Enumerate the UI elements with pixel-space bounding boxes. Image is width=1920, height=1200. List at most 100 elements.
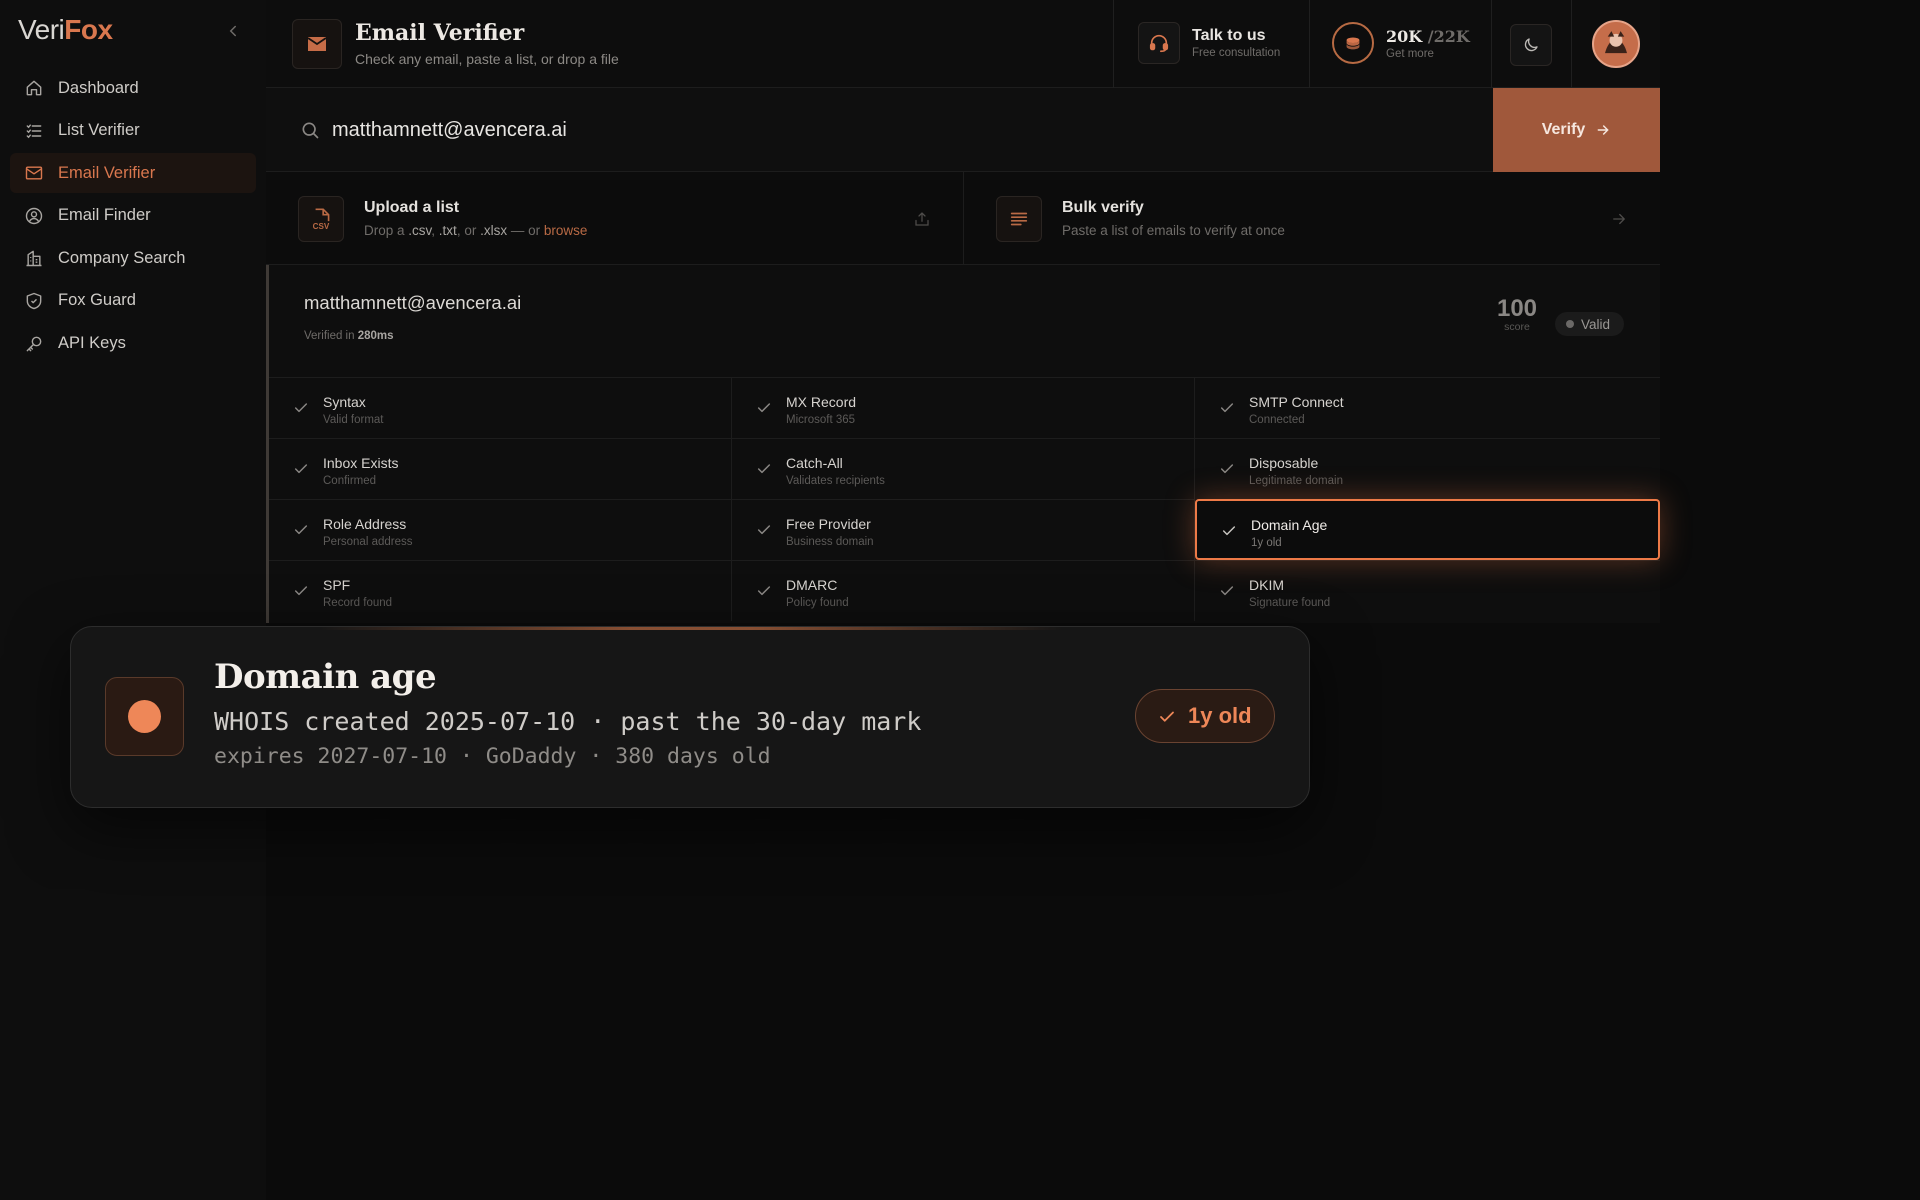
page-subtitle: Check any email, paste a list, or drop a… xyxy=(355,51,619,67)
check-title: SPF xyxy=(323,577,351,593)
check-icon xyxy=(1219,461,1235,477)
check-detail: Business domain xyxy=(786,536,874,548)
shield-icon xyxy=(24,291,44,311)
check-item-mx-record[interactable]: MX Record Microsoft 365 xyxy=(732,377,1195,438)
check-icon xyxy=(1219,583,1235,599)
check-item-catch-all[interactable]: Catch-All Validates recipients xyxy=(732,438,1195,499)
check-icon xyxy=(293,400,309,416)
arrow-right-icon xyxy=(1595,122,1611,138)
popover-line-whois: WHOIS created 2025-07-10 · past the 30-d… xyxy=(214,707,922,736)
sidebar-item-api-keys[interactable]: API Keys xyxy=(10,324,256,364)
check-item-smtp-connect[interactable]: SMTP Connect Connected xyxy=(1195,377,1660,438)
sidebar: Veri Fox Dashboard List Verifier Email Ve… xyxy=(0,0,266,1200)
check-detail: Connected xyxy=(1249,414,1305,426)
check-icon xyxy=(293,522,309,538)
collapse-sidebar-icon[interactable] xyxy=(224,22,242,40)
sidebar-item-label: Company Search xyxy=(58,248,186,267)
check-detail: Microsoft 365 xyxy=(786,414,856,426)
csv-icon-label: CSV xyxy=(313,222,330,231)
check-title: Role Address xyxy=(323,516,407,532)
sidebar-item-email-verifier[interactable]: Email Verifier xyxy=(10,153,256,194)
popover-title: Domain age xyxy=(214,657,437,697)
status-badge: Valid xyxy=(1555,312,1625,336)
sidebar-nav: Dashboard List Verifier Email Verifier E… xyxy=(10,68,256,366)
checks-grid: Syntax Valid format MX Record Microsoft 365… xyxy=(269,377,1660,621)
popover-badge: 1y old xyxy=(1135,689,1275,743)
check-detail: Confirmed xyxy=(323,475,377,487)
check-title: DMARC xyxy=(786,577,838,593)
check-icon xyxy=(756,583,772,599)
check-detail: Validates recipients xyxy=(786,475,885,487)
email-verifier-mail-icon xyxy=(292,19,342,69)
upload-desc-prefix: Drop a xyxy=(364,223,409,238)
check-item-dkim[interactable]: DKIM Signature found xyxy=(1195,560,1660,621)
check-item-role-address[interactable]: Role Address Personal address xyxy=(269,499,732,560)
check-title: DKIM xyxy=(1249,577,1284,593)
upload-list-card[interactable]: CSV Upload a list Drop a .csv, .txt, or … xyxy=(266,172,963,265)
check-title: Catch-All xyxy=(786,455,843,471)
check-item-inbox-exists[interactable]: Inbox Exists Confirmed xyxy=(269,438,732,499)
check-detail: Legitimate domain xyxy=(1249,475,1343,487)
duration-value: 280ms xyxy=(357,330,394,342)
check-detail: Record found xyxy=(323,597,393,609)
check-title: Inbox Exists xyxy=(323,455,399,471)
bulk-verify-card[interactable]: Bulk verify Paste a list of emails to ve… xyxy=(963,172,1660,265)
verify-button[interactable]: Verify xyxy=(1493,88,1660,172)
upload-list-title: Upload a list xyxy=(364,199,460,216)
upload-icon xyxy=(913,210,931,228)
check-detail: 1y old xyxy=(1251,537,1282,549)
browse-link[interactable]: browse xyxy=(544,223,588,238)
check-detail: Signature found xyxy=(1249,597,1331,609)
score-display: 100 score xyxy=(1494,295,1540,333)
verification-result: matthamnett@avencera.ai Verified in 280m… xyxy=(266,265,1660,623)
check-item-domain-age[interactable]: Domain Age 1y old xyxy=(1195,499,1660,560)
sidebar-item-list-verifier[interactable]: List Verifier xyxy=(10,111,256,151)
check-item-dmarc[interactable]: DMARC Policy found xyxy=(732,560,1195,621)
ext-csv: .csv xyxy=(408,223,432,238)
upload-desc-sep: , xyxy=(431,223,439,238)
upload-desc-mid: — or xyxy=(507,223,544,238)
bulk-verify-title: Bulk verify xyxy=(1062,199,1144,216)
sidebar-item-dashboard[interactable]: Dashboard xyxy=(10,68,256,108)
header-divider xyxy=(1113,0,1114,88)
credits-widget[interactable]: 20K /22K Get more xyxy=(1332,22,1470,64)
check-item-disposable[interactable]: Disposable Legitimate domain xyxy=(1195,438,1660,499)
sidebar-item-label: Email Verifier xyxy=(58,163,156,182)
talk-to-us-label: Talk to us xyxy=(1192,27,1266,44)
sidebar-item-company-search[interactable]: Company Search xyxy=(10,238,256,278)
building-icon xyxy=(24,248,44,268)
check-icon xyxy=(756,461,772,477)
credits-sub: Get more xyxy=(1386,47,1434,60)
sidebar-item-fox-guard[interactable]: Fox Guard xyxy=(10,281,256,321)
check-detail: Policy found xyxy=(786,597,849,609)
user-search-icon xyxy=(24,206,44,226)
popover-badge-label: 1y old xyxy=(1188,703,1252,728)
check-item-free-provider[interactable]: Free Provider Business domain xyxy=(732,499,1195,560)
theme-toggle-moon-icon[interactable] xyxy=(1510,24,1552,66)
check-title: MX Record xyxy=(786,394,857,410)
logo[interactable]: Veri Fox xyxy=(18,14,113,46)
result-duration: Verified in 280ms xyxy=(304,330,394,342)
credits-total: /22K xyxy=(1427,26,1470,46)
top-header: Email Verifier Check any email, paste a … xyxy=(266,0,1660,88)
coins-icon xyxy=(1332,22,1374,64)
check-item-syntax[interactable]: Syntax Valid format xyxy=(269,377,732,438)
sidebar-item-label: Email Finder xyxy=(58,206,151,225)
header-divider xyxy=(1571,0,1572,88)
search-icon xyxy=(300,120,320,140)
status-label: Valid xyxy=(1581,316,1611,332)
email-input[interactable] xyxy=(332,108,1432,152)
talk-to-us-button[interactable]: Talk to us Free consultation xyxy=(1138,22,1280,64)
popover-line-expiry: expires 2027-07-10 · GoDaddy · 380 days … xyxy=(214,744,771,769)
list-icon xyxy=(24,121,44,141)
email-search-bar: Verify xyxy=(266,88,1660,172)
check-icon xyxy=(756,400,772,416)
credits-used: 20K xyxy=(1386,26,1423,46)
avatar[interactable] xyxy=(1592,20,1640,68)
check-item-spf[interactable]: SPF Record found xyxy=(269,560,732,621)
arrow-right-icon xyxy=(1610,210,1628,228)
check-detail: Valid format xyxy=(323,414,384,426)
page-title: Email Verifier xyxy=(355,20,525,46)
logo-text-veri: Veri xyxy=(18,14,65,45)
sidebar-item-email-finder[interactable]: Email Finder xyxy=(10,196,256,236)
